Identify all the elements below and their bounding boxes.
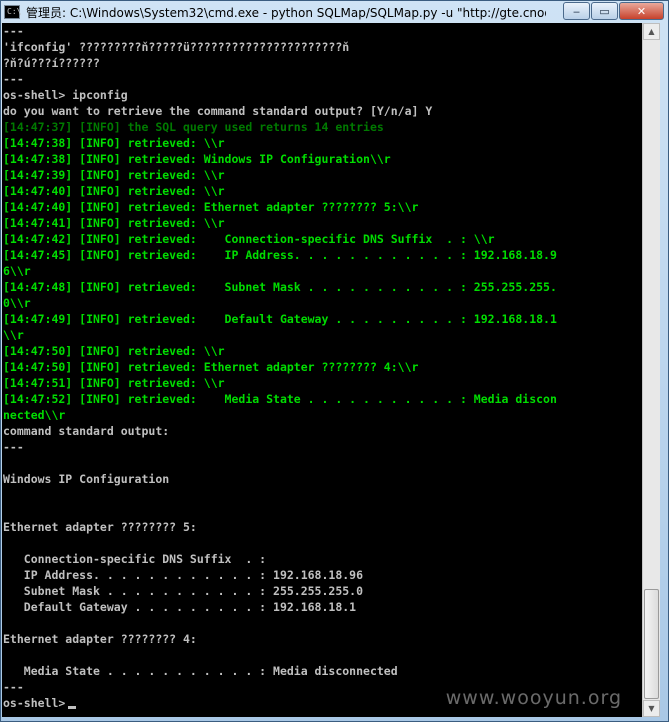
console-line: Media State . . . . . . . . . . . : Medi… — [3, 664, 398, 678]
scroll-up-icon[interactable]: ▲ — [643, 23, 660, 40]
console-line: [14:47:51] [INFO] retrieved: \\r — [3, 376, 225, 390]
console-line: --- — [3, 440, 24, 454]
console-line: [14:47:38] [INFO] retrieved: \\r — [3, 136, 225, 150]
console-line: ?ň?ú???í?????? — [3, 56, 100, 70]
console-lines: --- 'ifconfig' ?????????ň?????ü??????????… — [3, 23, 557, 711]
cmd-window: C:\ 管理员: C:\Windows\System32\cmd.exe - p… — [0, 0, 669, 722]
cmd-app-icon[interactable]: C:\ — [4, 5, 22, 19]
vertical-scrollbar[interactable]: ▲ ▼ — [642, 23, 660, 717]
console-line: command standard output: — [3, 424, 170, 438]
console-line: Windows IP Configuration — [3, 472, 170, 486]
console-line: [14:47:45] [INFO] retrieved: IP Address.… — [3, 248, 557, 262]
console-line: --- — [3, 24, 24, 38]
console-line: [14:47:37] [INFO] the SQL query used ret… — [3, 120, 384, 134]
shell-prompt: os-shell> — [3, 696, 66, 710]
console-line: [14:47:42] [INFO] retrieved: Connection-… — [3, 232, 495, 246]
console-line: Ethernet adapter ???????? 5: — [3, 520, 197, 534]
console-line: [14:47:50] [INFO] retrieved: Ethernet ad… — [3, 360, 419, 374]
console-line: Subnet Mask . . . . . . . . . . . : 255.… — [3, 584, 364, 598]
console-line: Default Gateway . . . . . . . . . : 192.… — [3, 600, 357, 614]
console-line: [14:47:49] [INFO] retrieved: Default Gat… — [3, 312, 557, 326]
title-bar[interactable]: C:\ 管理员: C:\Windows\System32\cmd.exe - p… — [1, 1, 668, 23]
console-line: \\r — [3, 328, 24, 342]
watermark: www.wooyun.org — [445, 687, 622, 709]
console-line: os-shell> ipconfig — [3, 88, 128, 102]
window-title: 管理员: C:\Windows\System32\cmd.exe - pytho… — [26, 5, 546, 20]
console-line: 0\\r — [3, 296, 31, 310]
console-line: [14:47:40] [INFO] retrieved: Ethernet ad… — [3, 200, 419, 214]
cmd-icon-glyph: C:\ — [7, 7, 22, 16]
console-line: do you want to retrieve the command stan… — [3, 104, 433, 118]
console-line: Connection-specific DNS Suffix . : — [3, 552, 267, 566]
scroll-down-icon[interactable]: ▼ — [643, 700, 660, 717]
console-output[interactable]: --- 'ifconfig' ?????????ň?????ü??????????… — [2, 23, 642, 717]
console-line: [14:47:38] [INFO] retrieved: Windows IP … — [3, 152, 391, 166]
console-line: Ethernet adapter ???????? 4: — [3, 632, 197, 646]
console-line: --- — [3, 72, 24, 86]
console-line: 'ifconfig' ?????????ň?????ü?????????????… — [3, 40, 350, 54]
console-line: [14:47:41] [INFO] retrieved: \\r — [3, 216, 225, 230]
scrollbar-thumb[interactable] — [644, 589, 659, 699]
maximize-button[interactable]: ▭ — [591, 2, 618, 20]
console-line: nected\\r — [3, 408, 66, 422]
text-cursor — [68, 706, 77, 709]
console-line: [14:47:48] [INFO] retrieved: Subnet Mask… — [3, 280, 557, 294]
window-controls: ‒ ▭ ✕ — [563, 2, 664, 20]
console-line: [14:47:52] [INFO] retrieved: Media State… — [3, 392, 557, 406]
minimize-button[interactable]: ‒ — [563, 2, 590, 20]
console-line: [14:47:39] [INFO] retrieved: \\r — [3, 168, 225, 182]
console-line: [14:47:40] [INFO] retrieved: \\r — [3, 184, 225, 198]
console-line: IP Address. . . . . . . . . . . . : 192.… — [3, 568, 364, 582]
console-line: 6\\r — [3, 264, 31, 278]
console-line: [14:47:50] [INFO] retrieved: \\r — [3, 344, 225, 358]
close-button[interactable]: ✕ — [619, 2, 664, 20]
